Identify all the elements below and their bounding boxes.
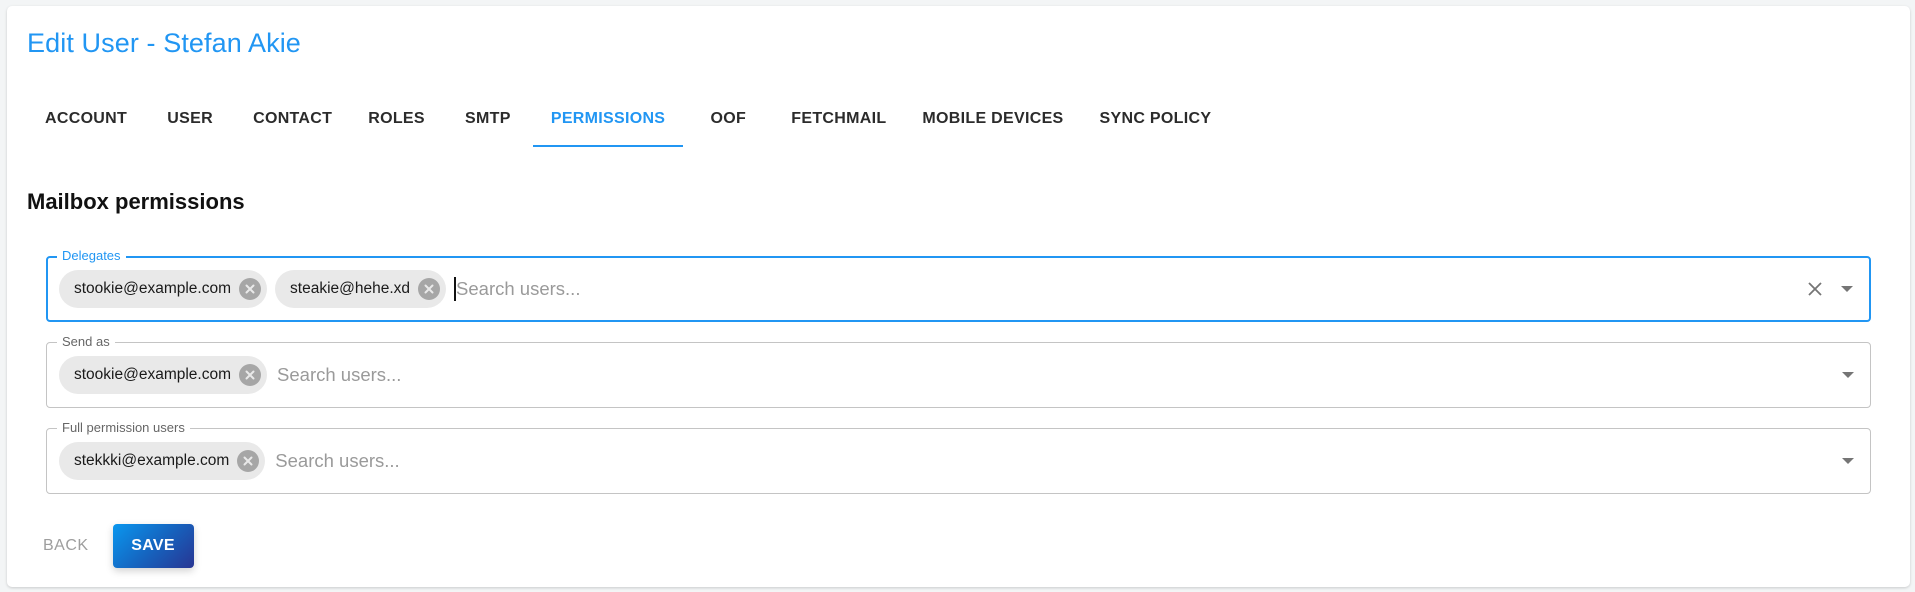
tab-fetchmail[interactable]: FETCHMAIL	[773, 90, 904, 147]
back-button[interactable]: BACK	[27, 524, 105, 568]
send-as-chip: stookie@example.com	[59, 356, 268, 394]
tab-account[interactable]: ACCOUNT	[27, 90, 145, 147]
tab-roles[interactable]: ROLES	[350, 90, 443, 147]
cancel-circle-icon[interactable]	[418, 278, 441, 300]
delegate-chip: stookie@example.com	[59, 270, 268, 308]
tab-permissions[interactable]: PERMISSIONS	[532, 90, 684, 147]
chip-label: stekkki@example.com	[74, 452, 230, 469]
tab-mobile-devices[interactable]: MOBILE DEVICES	[904, 90, 1081, 147]
cancel-circle-icon[interactable]	[239, 364, 262, 386]
form-actions: BACK SAVE	[27, 524, 194, 568]
send-as-search-input[interactable]	[275, 360, 1790, 390]
chip-label: stookie@example.com	[74, 366, 232, 383]
arrow-drop-down-icon[interactable]	[1835, 277, 1859, 301]
arrow-drop-down-icon[interactable]	[1836, 449, 1860, 473]
close-icon[interactable]	[1803, 277, 1827, 301]
tab-oof[interactable]: OOF	[683, 90, 773, 147]
tab-sync-policy[interactable]: SYNC POLICY	[1082, 90, 1230, 147]
cancel-circle-icon[interactable]	[237, 450, 260, 472]
chip-label: steakie@hehe.xd	[290, 280, 411, 297]
save-button[interactable]: SAVE	[112, 524, 194, 568]
tab-smtp[interactable]: SMTP	[443, 90, 533, 147]
delegates-field[interactable]: Delegates stookie@example.com steakie@he…	[46, 248, 1871, 322]
tab-user[interactable]: USER	[145, 90, 235, 147]
delegate-chip: steakie@hehe.xd	[275, 270, 447, 308]
full-permission-users-field[interactable]: Full permission users stekkki@example.co…	[46, 420, 1871, 494]
tab-bar: ACCOUNT USER CONTACT ROLES SMTP PERMISSI…	[27, 90, 1229, 147]
arrow-drop-down-icon[interactable]	[1836, 363, 1860, 387]
send-as-field[interactable]: Send as stookie@example.com	[46, 334, 1871, 408]
full-permission-search-input[interactable]	[273, 446, 1790, 476]
delegates-search-input[interactable]	[454, 274, 1789, 304]
full-permission-chip: stekkki@example.com	[59, 442, 266, 480]
edit-user-card: Edit User - Stefan Akie ACCOUNT USER CON…	[7, 6, 1910, 587]
tab-contact[interactable]: CONTACT	[235, 90, 350, 147]
chip-label: stookie@example.com	[74, 280, 232, 297]
page-title: Edit User - Stefan Akie	[27, 28, 301, 58]
cancel-circle-icon[interactable]	[239, 278, 262, 300]
section-title: Mailbox permissions	[27, 189, 245, 214]
